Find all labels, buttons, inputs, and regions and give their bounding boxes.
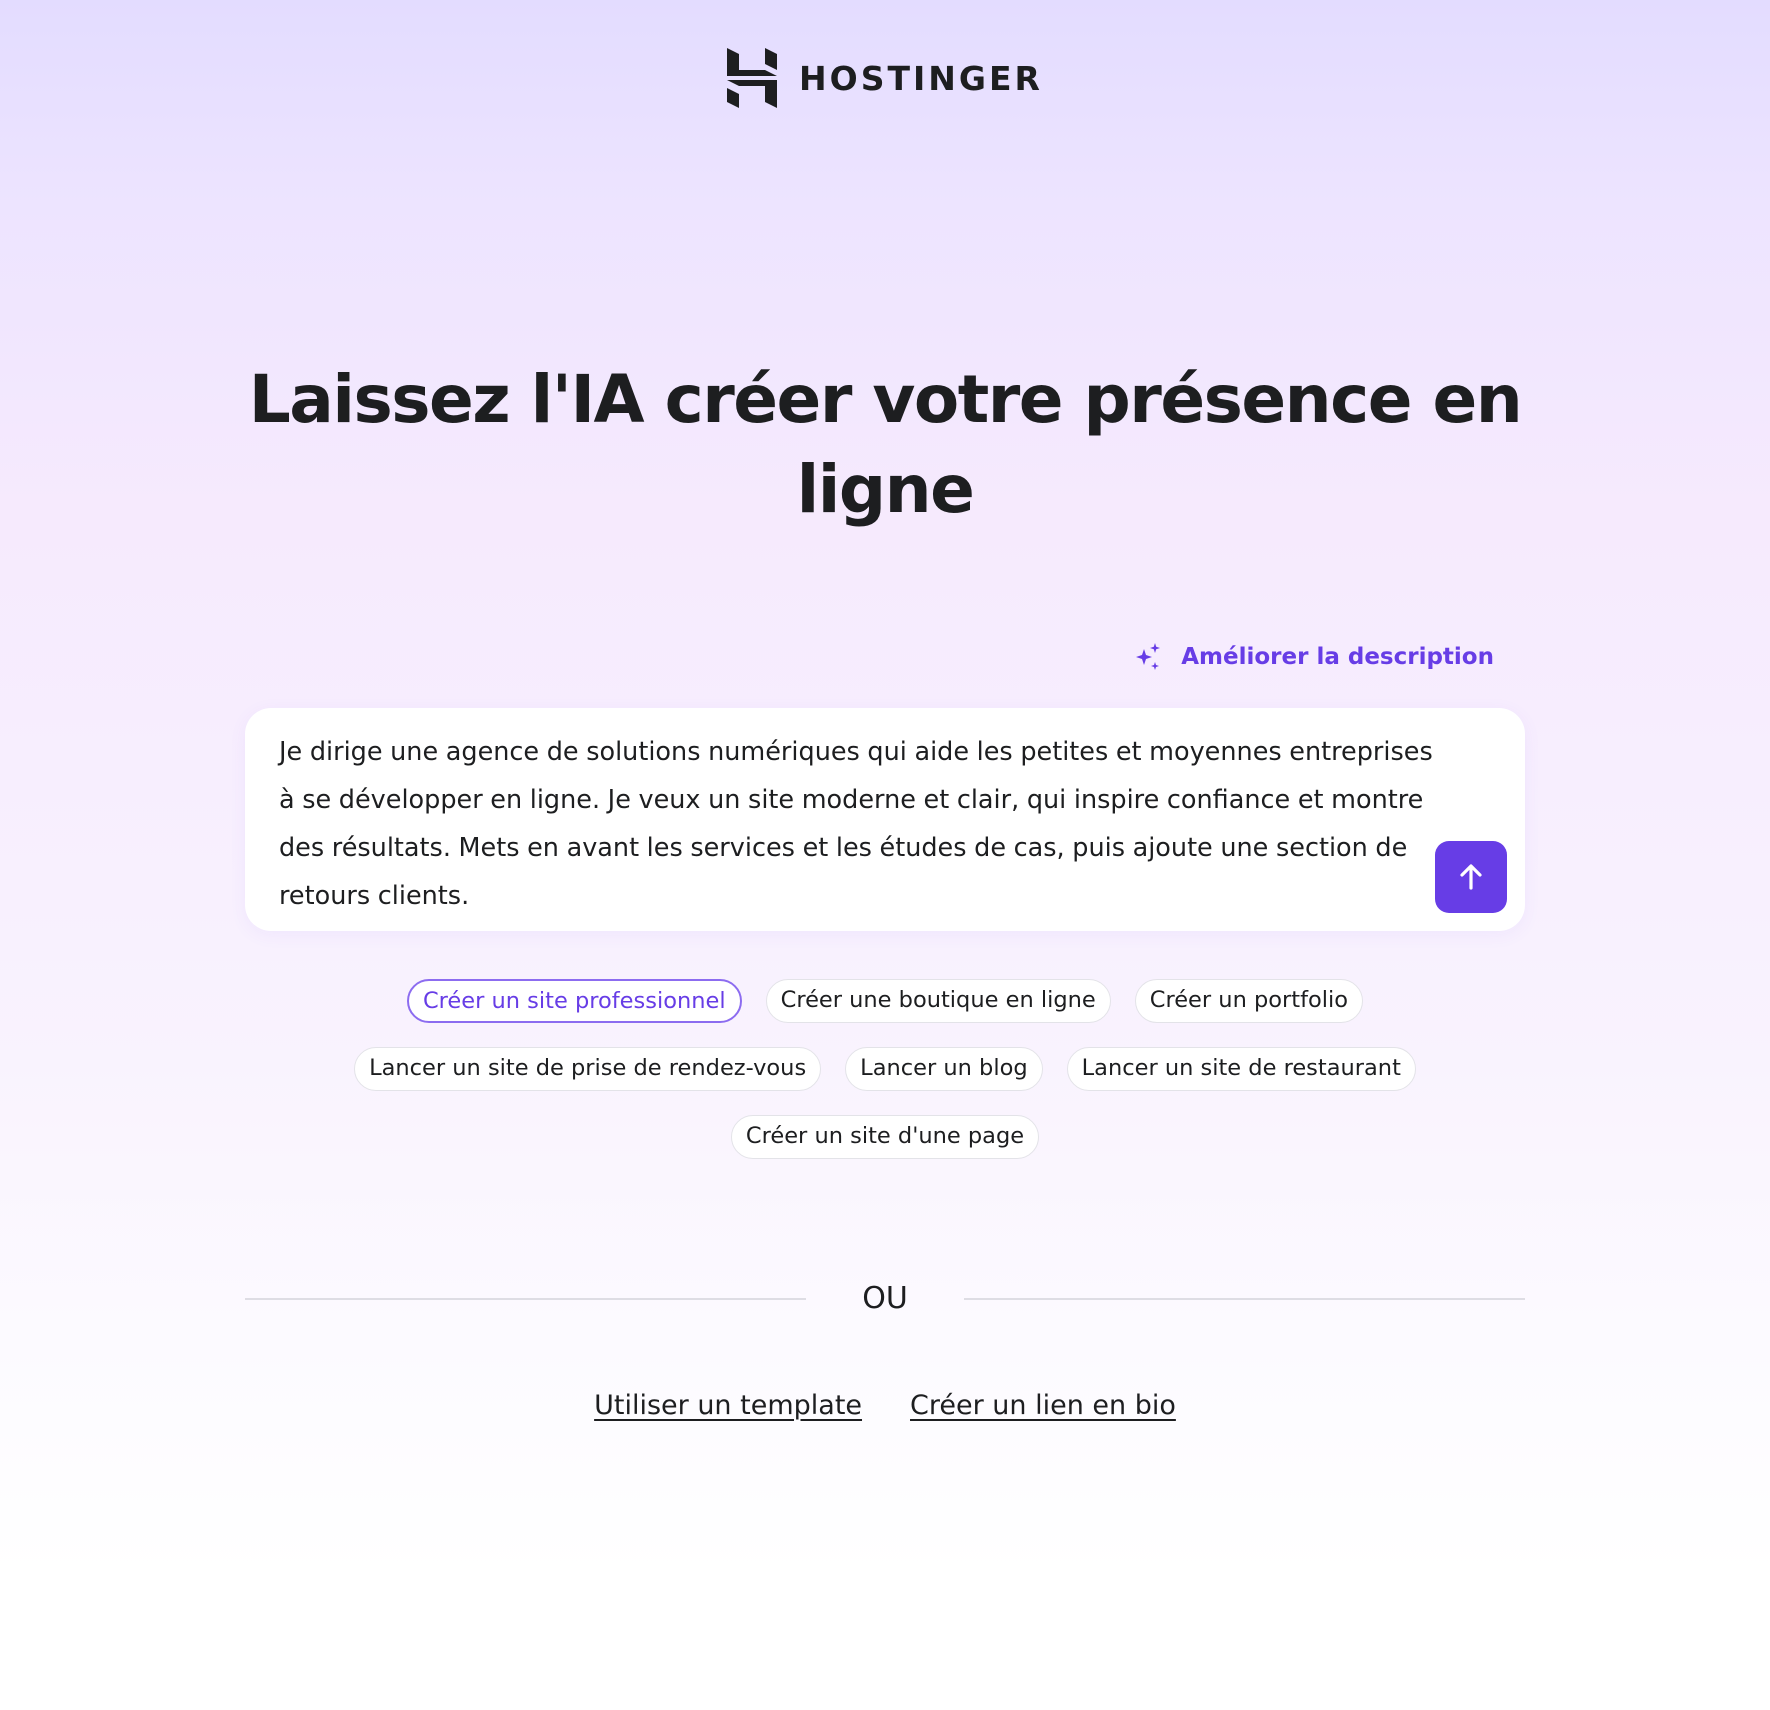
submit-prompt-button[interactable] (1435, 841, 1507, 913)
suggestion-chip-one-page-site[interactable]: Créer un site d'une page (730, 1115, 1040, 1159)
page-title: Laissez l'IA créer votre présence en lig… (248, 361, 1523, 528)
prompt-input-container: Je dirige une agence de solutions numéri… (245, 708, 1525, 931)
brand-logo[interactable]: HOSTINGER (0, 48, 1770, 108)
arrow-up-icon (1460, 864, 1482, 890)
divider-line-left (245, 1297, 807, 1300)
divider-line-right (963, 1297, 1526, 1300)
suggestion-chips: Créer un site professionnel Créer une bo… (0, 979, 1770, 1159)
create-bio-link-link[interactable]: Créer un lien en bio (910, 1390, 1176, 1421)
suggestion-chip-online-store[interactable]: Créer une boutique en ligne (765, 979, 1111, 1023)
improve-description-label: Améliorer la description (1181, 644, 1494, 670)
suggestion-chip-portfolio[interactable]: Créer un portfolio (1134, 979, 1364, 1023)
suggestion-chip-blog[interactable]: Lancer un blog (845, 1047, 1043, 1091)
suggestion-row: Lancer un site de prise de rendez-vous L… (354, 1047, 1416, 1091)
improve-description-button[interactable]: Améliorer la description (1133, 642, 1494, 672)
sparkles-icon (1136, 643, 1161, 670)
brand-name: HOSTINGER (799, 58, 1043, 98)
or-divider: OU (245, 1281, 1526, 1316)
suggestion-chip-restaurant-site[interactable]: Lancer un site de restaurant (1066, 1047, 1416, 1091)
suggestion-chip-booking-site[interactable]: Lancer un site de prise de rendez-vous (354, 1047, 822, 1091)
alternative-links: Utiliser un template Créer un lien en bi… (0, 1390, 1770, 1421)
suggestion-row: Créer un site d'une page (730, 1115, 1040, 1159)
divider-label: OU (862, 1281, 908, 1316)
suggestion-chip-professional-site[interactable]: Créer un site professionnel (406, 979, 742, 1023)
hostinger-logo-icon (727, 48, 778, 108)
suggestion-row: Créer un site professionnel Créer une bo… (406, 979, 1364, 1023)
use-template-link[interactable]: Utiliser un template (594, 1390, 862, 1421)
prompt-textarea[interactable]: Je dirige une agence de solutions numéri… (279, 728, 1449, 920)
